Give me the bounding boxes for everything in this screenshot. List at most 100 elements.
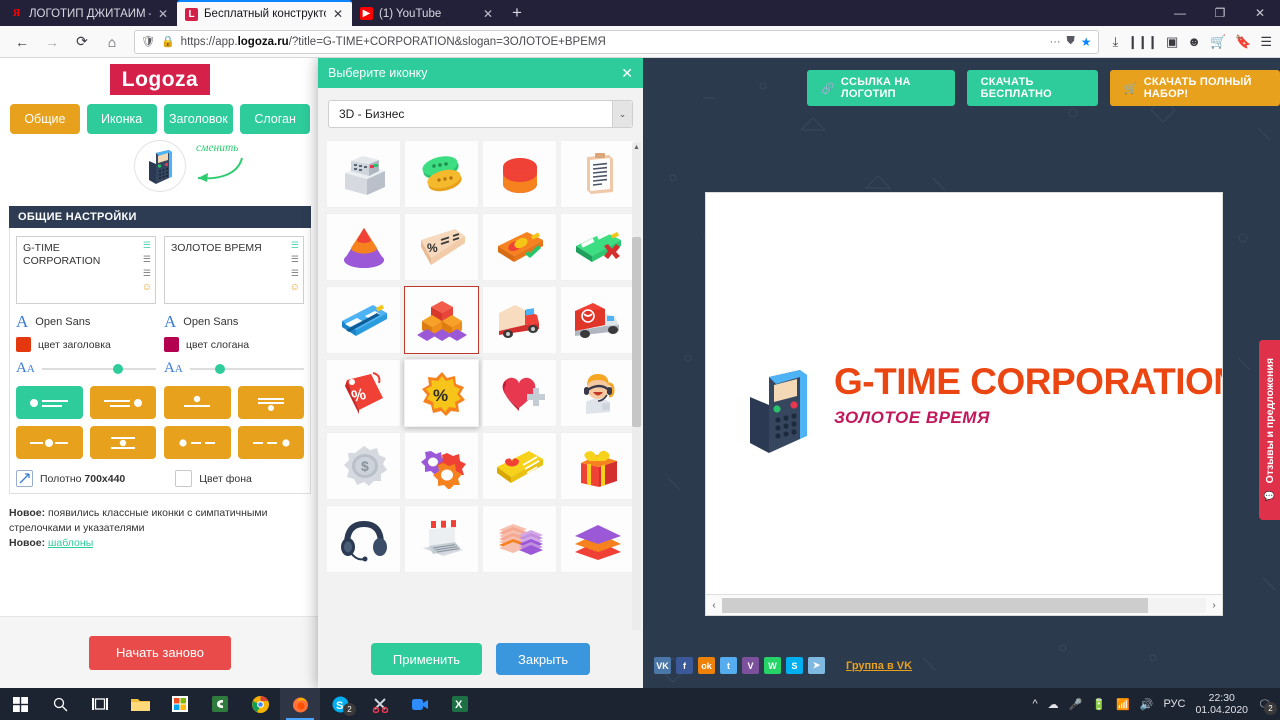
download-free-button[interactable]: СКАЧАТЬ БЕСПЛАТНО [966,70,1098,106]
icon-cell-clipboard[interactable] [560,140,635,208]
cart-icon[interactable]: 🛒 [1210,34,1226,50]
tab-zagolovok[interactable]: Заголовок [163,104,234,134]
battery-icon[interactable]: 🔋 [1092,698,1106,711]
title-textarea[interactable]: G-TIME CORPORATION ☰ ☰ ☰ ☺ [16,236,156,304]
close-modal-button[interactable]: Закрыть [496,643,591,675]
vk-group-link[interactable]: Группа в VK [846,660,912,672]
title-font-row[interactable]: A Open Sans [16,313,156,330]
reload-button[interactable]: ⟳ [68,29,96,55]
start-button[interactable] [0,688,40,720]
scroll-thumb[interactable] [722,597,1148,613]
logo-link-button[interactable]: 🔗 ССЫЛКА НА ЛОГОТИП [807,70,955,106]
scroll-track[interactable] [722,597,1206,613]
onedrive-icon[interactable]: ☁ [1048,698,1059,711]
icon-cell-support-agent[interactable] [560,359,635,427]
file-explorer-icon[interactable] [120,688,160,720]
close-button[interactable]: ✕ [1240,6,1280,20]
layout-option-1[interactable] [16,386,83,419]
current-icon-thumb[interactable] [134,140,186,192]
layout-option-8[interactable] [237,426,304,459]
icon-cell-cash-register[interactable] [326,140,401,208]
icon-cell-percent-badge[interactable]: % [404,359,479,427]
odnoklassniki-icon[interactable]: ok [698,657,715,674]
icon-cell-heart-plus[interactable] [482,359,557,427]
feedback-tab[interactable]: Отзывы и предложения 💬 [1259,340,1280,520]
language-indicator[interactable]: РУС [1163,698,1185,710]
clock[interactable]: 22:30 01.04.2020 [1195,692,1248,716]
scroll-right-icon[interactable]: › [1206,600,1222,611]
restart-button[interactable]: Начать заново [89,635,231,670]
icon-cell-discount-voucher[interactable]: % [404,213,479,281]
canvas-horizontal-scrollbar[interactable]: ‹ › [706,594,1222,615]
layout-option-3[interactable] [164,386,231,419]
chevron-down-icon[interactable]: ⌄ [612,101,632,127]
icon-cell-speech-bubbles[interactable] [404,140,479,208]
icon-cell-gear-dollar[interactable]: $ [326,432,401,500]
slogan-textarea[interactable]: ЗОЛОТОЕ ВРЕМЯ ☰ ☰ ☰ ☺ [164,236,304,304]
title-size-slider[interactable] [41,363,156,375]
scroll-left-icon[interactable]: ‹ [706,600,722,611]
skype-icon[interactable]: S 2 [320,688,360,720]
forward-button[interactable]: → [38,29,66,55]
title-color-swatch[interactable] [16,337,31,352]
logoza-brand-logo[interactable]: Logoza [110,64,210,95]
address-bar[interactable]: 🛡 🔒 https://app.logoza.ru/?title=G-TIME+… [134,29,1099,54]
modal-close-icon[interactable]: ✕ [621,65,633,82]
slogan-font-row[interactable]: A Open Sans [164,313,304,330]
modal-scrollbar[interactable]: ▲ ▼ [632,142,641,666]
apply-button[interactable]: Применить [370,643,483,675]
icon-cell-delivery-truck[interactable] [482,286,557,354]
sidebar-icon[interactable]: ▣ [1166,34,1178,50]
new-tab-button[interactable]: + [502,3,532,26]
facebook-icon[interactable]: f [676,657,693,674]
title-color-row[interactable]: цвет заголовка [16,337,156,352]
canvas-resize-icon[interactable] [16,470,33,487]
icon-cell-gears[interactable] [404,432,479,500]
layout-option-6[interactable] [89,426,156,459]
telegram-icon[interactable]: ➤ [808,657,825,674]
tab-ikonka[interactable]: Иконка [86,104,157,134]
vk-icon[interactable]: VK [654,657,671,674]
download-full-button[interactable]: 🛒 СКАЧАТЬ ПОЛНЫЙ НАБОР! [1109,70,1280,106]
icon-cell-cargo-truck[interactable] [560,286,635,354]
slogan-color-swatch[interactable] [164,337,179,352]
microsoft-store-icon[interactable] [160,688,200,720]
snipping-tool-icon[interactable] [360,688,400,720]
excel-icon[interactable]: X [440,688,480,720]
pocket-icon[interactable]: ⛊ [1067,35,1075,48]
icon-cell-credit-card-check[interactable] [482,213,557,281]
skype-icon[interactable]: S [786,657,803,674]
browser-tab-yandex[interactable]: Я ЛОГОТИП ДЖИТАЙМ — Янде ✕ [2,1,177,26]
align-center-icon[interactable]: ☰ [143,255,151,264]
tab-close-icon[interactable]: ✕ [157,7,169,21]
home-button[interactable]: ⌂ [98,29,126,55]
browser-tab-youtube[interactable]: ▶ (1) YouTube ✕ [352,1,502,26]
twitter-icon[interactable]: t [720,657,737,674]
emoji-icon[interactable]: ☺ [142,283,152,293]
tab-close-icon[interactable]: ✕ [332,7,344,21]
slider-knob[interactable] [214,363,225,374]
volume-icon[interactable]: 🔊 [1140,698,1154,711]
back-button[interactable]: ← [8,29,36,55]
icon-cell-gift-card[interactable] [482,432,557,500]
menu-icon[interactable]: ☰ [1260,34,1272,50]
firefox-icon[interactable] [280,688,320,720]
maximize-button[interactable]: ❐ [1200,6,1240,20]
bgcolor-swatch[interactable] [175,470,193,487]
viber-icon[interactable]: V [742,657,759,674]
bookmark-star-icon[interactable]: ★ [1081,35,1092,49]
align-right-icon[interactable]: ☰ [291,269,299,278]
align-right-icon[interactable]: ☰ [143,269,151,278]
slogan-color-row[interactable]: цвет слогана [164,337,304,352]
icon-cell-percent-tag[interactable]: % [326,359,401,427]
icon-cell-funnel-cone[interactable] [326,213,401,281]
account-icon[interactable]: ☻ [1187,34,1201,49]
icon-cell-layers[interactable] [560,505,635,573]
chrome-icon[interactable] [240,688,280,720]
align-center-icon[interactable]: ☰ [291,255,299,264]
slogan-size-slider[interactable] [189,363,304,375]
whatsapp-icon[interactable]: W [764,657,781,674]
action-center-icon[interactable]: 🗨2 [1258,698,1277,715]
align-left-icon[interactable]: ☰ [143,241,151,250]
scroll-thumb[interactable] [632,237,641,427]
